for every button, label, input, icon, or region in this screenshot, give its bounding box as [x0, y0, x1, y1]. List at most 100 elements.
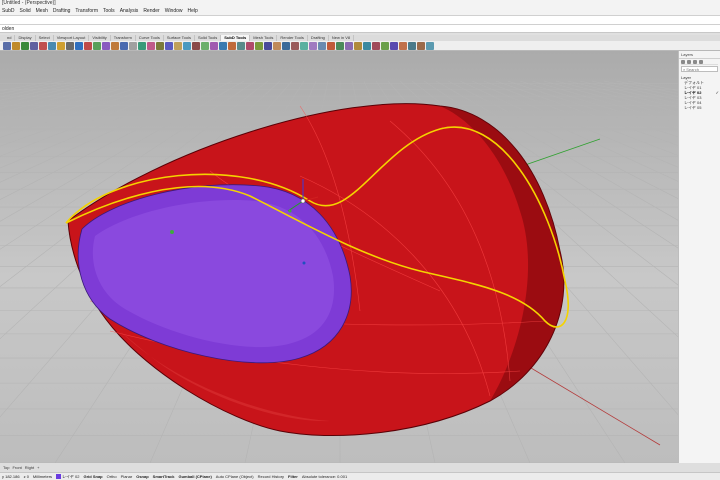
gumball-center — [300, 198, 306, 204]
tool-icon[interactable] — [210, 41, 218, 50]
status-toggle[interactable]: Filter — [288, 473, 298, 480]
tool-icon[interactable] — [84, 41, 92, 50]
status-toggle[interactable]: Osnap — [136, 473, 148, 480]
tool-icon[interactable] — [228, 41, 236, 50]
tool-icon[interactable] — [39, 41, 47, 50]
tool-icon[interactable] — [48, 41, 56, 50]
tool-icon[interactable] — [381, 41, 389, 50]
tool-icon[interactable] — [57, 41, 65, 50]
tool-icon[interactable] — [282, 41, 290, 50]
tool-icon[interactable] — [192, 41, 200, 50]
tool-icon[interactable] — [120, 41, 128, 50]
layers-panel: Layers ⌕ Search Layer デフォルト レイヤ 01 レイヤ 02 ✓… — [678, 51, 720, 463]
tool-icon[interactable] — [363, 41, 371, 50]
layer-row[interactable]: レイヤ 05 — [679, 105, 720, 110]
tool-icon[interactable] — [417, 41, 425, 50]
status-toggle[interactable]: SmartTrack — [153, 473, 175, 480]
viewport-tab[interactable]: Right — [25, 463, 34, 472]
tool-icon[interactable] — [246, 41, 254, 50]
menu-item[interactable]: Mesh — [36, 7, 48, 15]
panel-title: Layers — [679, 51, 720, 59]
current-layer[interactable]: レイヤ 02 — [56, 473, 80, 480]
layer-search-input[interactable]: ⌕ Search — [681, 66, 718, 72]
tool-icon[interactable] — [354, 41, 362, 50]
search-icon: ⌕ — [683, 66, 686, 72]
tool-icon[interactable] — [390, 41, 398, 50]
grid-line — [0, 80, 53, 92]
control-point — [170, 230, 174, 234]
delete-layer-icon[interactable] — [687, 60, 691, 64]
control-point — [302, 261, 306, 265]
tool-icon[interactable] — [372, 41, 380, 50]
panel-buttons — [681, 60, 718, 65]
status-toggle[interactable]: Planar — [121, 473, 133, 480]
viewport-tabs: Top Front Right + — [0, 463, 720, 472]
menu-item[interactable]: Analysis — [120, 7, 139, 15]
menu-item[interactable]: Render — [143, 7, 159, 15]
status-toggle[interactable]: Gumball (CPlane) — [178, 473, 211, 480]
menu-item[interactable]: Transform — [75, 7, 98, 15]
tool-icon[interactable] — [291, 41, 299, 50]
search-placeholder: Search — [686, 66, 699, 72]
viewport-tab[interactable]: Top — [3, 463, 9, 472]
tool-icon[interactable] — [255, 41, 263, 50]
tool-icon[interactable] — [21, 41, 29, 50]
tool-icon[interactable] — [111, 41, 119, 50]
tool-icon[interactable] — [345, 41, 353, 50]
new-layer-icon[interactable] — [681, 60, 685, 64]
window-title: [Untitled - (Perspective)] — [0, 0, 720, 7]
tool-icon[interactable] — [66, 41, 74, 50]
tool-icon[interactable] — [93, 41, 101, 50]
tool-icon[interactable] — [3, 41, 11, 50]
menu-item[interactable]: Help — [188, 7, 198, 15]
status-toggle[interactable]: Ortho — [107, 473, 117, 480]
tool-icon[interactable] — [129, 41, 137, 50]
menu-item[interactable]: Tools — [103, 7, 115, 15]
tool-icon[interactable] — [201, 41, 209, 50]
tool-icon[interactable] — [273, 41, 281, 50]
command-history — [0, 15, 720, 25]
menu-item[interactable]: SubD — [2, 7, 15, 15]
tool-icon[interactable] — [219, 41, 227, 50]
viewport-tab[interactable]: Front — [12, 463, 21, 472]
tool-icon[interactable] — [75, 41, 83, 50]
menu-item[interactable]: Window — [165, 7, 183, 15]
z-readout: z 0 — [23, 474, 29, 479]
perspective-viewport[interactable] — [0, 51, 678, 463]
status-toggle[interactable]: Grid Snap — [84, 473, 103, 480]
control-point — [288, 209, 292, 213]
tool-icon[interactable] — [237, 41, 245, 50]
units-readout[interactable]: Millimeters — [33, 473, 52, 480]
menu-item[interactable]: Solid — [20, 7, 31, 15]
move-up-icon[interactable] — [693, 60, 697, 64]
layer-column-header: Layer — [681, 75, 692, 80]
menu-item[interactable]: Drafting — [53, 7, 71, 15]
tool-icon[interactable] — [408, 41, 416, 50]
grid-line — [0, 80, 89, 101]
status-toggle[interactable]: Record History — [258, 473, 284, 480]
tool-icon[interactable] — [318, 41, 326, 50]
tool-icon[interactable] — [309, 41, 317, 50]
command-prompt[interactable]: olden — [0, 25, 720, 33]
tool-icon[interactable] — [102, 41, 110, 50]
tool-icon[interactable] — [156, 41, 164, 50]
tool-icon[interactable] — [399, 41, 407, 50]
tool-icon[interactable] — [30, 41, 38, 50]
tool-icon[interactable] — [336, 41, 344, 50]
tool-icon[interactable] — [264, 41, 272, 50]
tool-icon[interactable] — [300, 41, 308, 50]
tool-icon[interactable] — [12, 41, 20, 50]
scene-canvas[interactable] — [0, 51, 678, 463]
tool-icon[interactable] — [147, 41, 155, 50]
tool-icon[interactable] — [327, 41, 335, 50]
tool-icon[interactable] — [183, 41, 191, 50]
viewport-tab[interactable]: + — [37, 463, 39, 472]
tool-icon[interactable] — [426, 41, 434, 50]
status-toggles: Grid Snap Ortho Planar Osnap SmartTrack Gumba… — [84, 473, 298, 480]
tool-icon[interactable] — [174, 41, 182, 50]
tool-icon[interactable] — [165, 41, 173, 50]
tool-icon[interactable] — [138, 41, 146, 50]
status-toggle[interactable]: Auto CPlane (Object) — [216, 473, 254, 480]
filter-icon[interactable] — [699, 60, 703, 64]
layer-list: デフォルト レイヤ 01 レイヤ 02 ✓ レイヤ 03 レイヤ 04 レイヤ 05 — [679, 80, 720, 110]
